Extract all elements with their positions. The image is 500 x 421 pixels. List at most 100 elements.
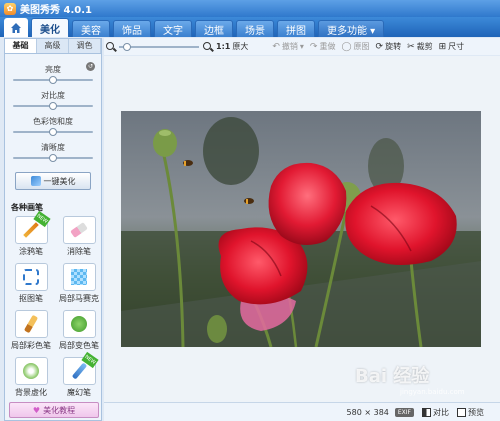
slider-thumb[interactable] bbox=[49, 154, 57, 162]
compare-label: 对比 bbox=[433, 407, 449, 417]
sharpness-label: 清晰度 bbox=[41, 143, 65, 152]
brush-eraser[interactable]: 消除笔 bbox=[57, 216, 101, 261]
saturation-label: 色彩饱和度 bbox=[33, 117, 73, 126]
adjust-subtabs: 基础 高级 调色 bbox=[5, 39, 101, 54]
zoom-out-icon[interactable] bbox=[106, 41, 117, 52]
magic-brush-icon bbox=[71, 362, 87, 380]
image-toolbar: 1:1 原大 ↶ 撤销 ▾ ↷ 重做 ◯ 原图 ⟳ 旋转 ✂ 裁剪 ⊞ 尺寸 bbox=[104, 38, 500, 55]
zoom-thumb[interactable] bbox=[123, 42, 131, 51]
left-panel: 基础 高级 调色 ↺ 亮度 对比度 色彩饱和度 清晰度 一键美化 各种画笔 NE… bbox=[4, 38, 102, 421]
contrast-label: 对比度 bbox=[41, 91, 65, 100]
brush-label: 背景虚化 bbox=[15, 388, 47, 397]
image-canvas[interactable] bbox=[104, 56, 500, 402]
original-icon: ◯ bbox=[341, 41, 352, 52]
saturation-slider[interactable] bbox=[13, 128, 93, 136]
preview-button[interactable]: 预览 bbox=[457, 407, 484, 418]
preview-icon bbox=[457, 407, 466, 417]
brush-local-recolor[interactable]: 局部变色笔 bbox=[57, 310, 101, 355]
poppy-photo bbox=[121, 111, 481, 347]
compare-icon bbox=[422, 407, 431, 417]
exif-button[interactable]: EXIF bbox=[394, 407, 414, 417]
redo-label: 重做 bbox=[319, 42, 336, 51]
magic-wand-icon bbox=[30, 176, 41, 186]
brush-grid: NEW 涂鸦笔 消除笔 抠图笔 局部马赛克 局部彩色笔 局部变色笔 背景虚化 N… bbox=[5, 210, 101, 402]
pencil-icon bbox=[23, 222, 39, 238]
brush-label: 抠图笔 bbox=[19, 294, 43, 303]
brush-label: 涂鸦笔 bbox=[19, 247, 43, 256]
resize-icon: ⊞ bbox=[438, 41, 447, 52]
redo-icon: ↷ bbox=[309, 41, 318, 52]
brush-mosaic[interactable]: 局部马赛克 bbox=[57, 263, 101, 308]
edited-photo[interactable] bbox=[121, 111, 481, 347]
slider-thumb[interactable] bbox=[49, 128, 57, 136]
resize-label: 尺寸 bbox=[448, 42, 465, 51]
watermark-url: jingyan.baidu.com bbox=[400, 388, 465, 396]
brush-cutout[interactable]: 抠图笔 bbox=[9, 263, 53, 308]
tab-collage[interactable]: 拼图 bbox=[277, 20, 315, 37]
tutorial-label: 美化教程 bbox=[43, 405, 76, 415]
recolor-brush-icon bbox=[71, 316, 87, 332]
compare-button[interactable]: 对比 bbox=[422, 407, 449, 418]
one-click-label: 一键美化 bbox=[43, 176, 76, 186]
adjust-sliders: ↺ 亮度 对比度 色彩饱和度 清晰度 一键美化 bbox=[5, 54, 101, 190]
brush-local-color[interactable]: 局部彩色笔 bbox=[9, 310, 53, 355]
rotate-label: 旋转 bbox=[385, 42, 402, 51]
subtab-basic[interactable]: 基础 bbox=[5, 39, 37, 53]
home-button[interactable] bbox=[4, 18, 28, 37]
more-features-dropdown[interactable]: 更多功能 ▾ bbox=[318, 20, 385, 37]
resize-button[interactable]: ⊞ 尺寸 bbox=[439, 41, 465, 52]
tab-frames[interactable]: 边框 bbox=[195, 20, 233, 37]
subtab-advanced[interactable]: 高级 bbox=[37, 39, 69, 53]
brightness-label: 亮度 bbox=[45, 65, 61, 74]
zoom-in-icon[interactable] bbox=[203, 41, 214, 52]
heart-icon: ♥ bbox=[32, 405, 41, 415]
undo-label: 撤销 bbox=[281, 42, 298, 51]
slider-thumb[interactable] bbox=[49, 102, 57, 110]
crop-button[interactable]: ✂ 裁剪 bbox=[407, 41, 433, 52]
reset-icon[interactable]: ↺ bbox=[86, 62, 95, 71]
actual-size-label: 原大 bbox=[232, 42, 249, 51]
crop-label: 裁剪 bbox=[416, 42, 433, 51]
slider-thumb[interactable] bbox=[49, 76, 57, 84]
zoom-slider[interactable] bbox=[119, 42, 199, 51]
mosaic-icon bbox=[71, 269, 87, 285]
sharpness-slider[interactable] bbox=[13, 154, 93, 162]
brush-label: 消除笔 bbox=[67, 247, 91, 256]
brush-label: 魔幻笔 bbox=[67, 388, 91, 397]
tab-scenes[interactable]: 场景 bbox=[236, 20, 274, 37]
tab-decorations[interactable]: 饰品 bbox=[113, 20, 151, 37]
tab-beautify[interactable]: 美化 bbox=[31, 18, 69, 37]
original-label: 原图 bbox=[353, 42, 370, 51]
brush-doodle[interactable]: NEW 涂鸦笔 bbox=[9, 210, 53, 261]
subtab-color[interactable]: 调色 bbox=[69, 39, 101, 53]
brush-background-blur[interactable]: 背景虚化 bbox=[9, 357, 53, 402]
app-logo-icon: ✿ bbox=[4, 2, 16, 15]
brightness-slider[interactable] bbox=[13, 76, 93, 84]
tutorial-button[interactable]: ♥ 美化教程 bbox=[9, 402, 99, 418]
brush-label: 局部彩色笔 bbox=[11, 341, 51, 350]
image-dimensions: 580 × 384 bbox=[346, 407, 389, 417]
rotate-icon: ⟳ bbox=[375, 41, 384, 52]
home-icon bbox=[11, 22, 21, 33]
undo-button[interactable]: ↶ 撤销 ▾ bbox=[272, 41, 304, 52]
brush-magic[interactable]: NEW 魔幻笔 bbox=[57, 351, 101, 402]
original-button[interactable]: ◯ 原图 bbox=[341, 41, 369, 52]
app-title: 美图秀秀 4.0.1 bbox=[20, 5, 92, 16]
tab-retouch[interactable]: 美容 bbox=[72, 20, 110, 37]
color-brush-icon bbox=[23, 314, 39, 334]
blur-icon bbox=[23, 363, 39, 379]
undo-icon: ↶ bbox=[272, 41, 280, 52]
tab-text[interactable]: 文字 bbox=[154, 20, 192, 37]
cutout-pen-icon bbox=[23, 269, 39, 285]
title-bar: ✿ 美图秀秀 4.0.1 bbox=[0, 0, 500, 17]
status-bar: 580 × 384 EXIF 对比 预览 bbox=[104, 402, 500, 421]
contrast-slider[interactable] bbox=[13, 102, 93, 110]
scissors-icon: ✂ bbox=[407, 41, 415, 52]
brush-label: 局部变色笔 bbox=[59, 341, 99, 350]
one-click-beautify-button[interactable]: 一键美化 bbox=[15, 172, 91, 190]
actual-size-button[interactable]: 1:1 原大 bbox=[216, 41, 248, 52]
brush-label: 局部马赛克 bbox=[59, 294, 99, 303]
redo-button[interactable]: ↷ 重做 bbox=[310, 41, 336, 52]
rotate-button[interactable]: ⟳ 旋转 bbox=[376, 41, 402, 52]
brushes-heading: 各种画笔 bbox=[11, 203, 43, 212]
